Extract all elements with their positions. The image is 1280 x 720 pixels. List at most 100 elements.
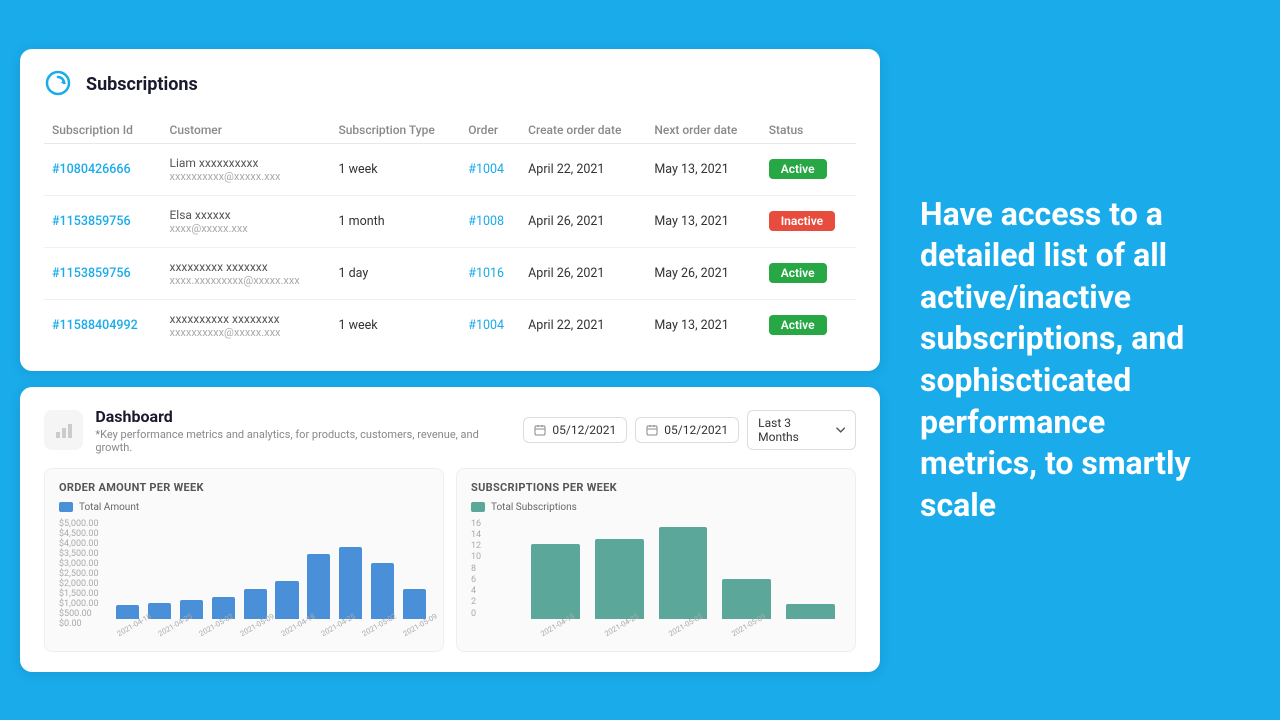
status-badge: Active: [769, 263, 827, 283]
date-to-input[interactable]: 05/12/2021: [635, 417, 739, 443]
status-badge: Inactive: [769, 211, 835, 231]
y-label: $2,500.00: [59, 569, 109, 579]
dashboard-card: Dashboard *Key performance metrics and a…: [20, 387, 880, 672]
sub-id[interactable]: #11588404992: [44, 299, 161, 351]
order-chart-title: ORDER AMOUNT PER WEEK: [59, 481, 429, 494]
date-to-value: 05/12/2021: [664, 423, 728, 437]
y-label: 14: [471, 530, 521, 540]
order-legend-label: Total Amount: [79, 502, 139, 513]
y-label: 16: [471, 519, 521, 529]
sub-id[interactable]: #1153859756: [44, 247, 161, 299]
y-label: $4,000.00: [59, 539, 109, 549]
y-label: $1,500.00: [59, 589, 109, 599]
bar: [244, 589, 267, 619]
col-next-date: Next order date: [646, 117, 760, 144]
order-link[interactable]: #1004: [460, 143, 520, 195]
status-cell: Inactive: [761, 195, 856, 247]
y-label: $0.00: [59, 619, 109, 629]
customer-email: xxxx@xxxxx.xxx: [169, 222, 322, 235]
col-create-date: Create order date: [520, 117, 646, 144]
bar-group: [716, 519, 777, 619]
table-row: #11588404992 xxxxxxxxxx xxxxxxxx xxxxxxx…: [44, 299, 856, 351]
bar-group: [209, 519, 238, 619]
status-badge: Active: [769, 315, 827, 335]
status-badge: Active: [769, 159, 827, 179]
y-label: $3,500.00: [59, 549, 109, 559]
status-cell: Active: [761, 299, 856, 351]
y-label: $4,500.00: [59, 529, 109, 539]
chevron-down-icon: [836, 427, 845, 433]
y-label: 0: [471, 609, 521, 619]
bar: [307, 554, 330, 619]
charts-area: ORDER AMOUNT PER WEEK Total Amount $5,00…: [44, 468, 856, 652]
bar: [339, 547, 362, 619]
subscriptions-header: Subscriptions: [44, 69, 856, 101]
subscriptions-card: Subscriptions Subscription Id Customer S…: [20, 49, 880, 371]
table-row: #1153859756 xxxxxxxxx xxxxxxx xxxx.xxxxx…: [44, 247, 856, 299]
dashboard-icon: [44, 410, 83, 450]
bar: [659, 527, 708, 619]
sub-type: 1 month: [330, 195, 460, 247]
col-subscription-id: Subscription Id: [44, 117, 161, 144]
customer-email: xxxxxxxxxx@xxxxx.xxx: [169, 170, 322, 183]
subs-y-labels: 1614121086420: [471, 519, 521, 619]
bar-group: [400, 519, 429, 619]
col-customer: Customer: [161, 117, 330, 144]
y-label: $1,000.00: [59, 599, 109, 609]
subscriptions-icon: [44, 69, 76, 101]
customer-name: Liam xxxxxxxxxx: [169, 156, 322, 170]
bar-group: [589, 519, 650, 619]
y-label: $3,000.00: [59, 559, 109, 569]
date-from-input[interactable]: 05/12/2021: [523, 417, 627, 443]
customer-email: xxxxxxxxxx@xxxxx.xxx: [169, 326, 322, 339]
bar-group: [368, 519, 397, 619]
range-select[interactable]: Last 3 Months: [747, 410, 856, 450]
table-row: #1153859756 Elsa xxxxxx xxxx@xxxxx.xxx 1…: [44, 195, 856, 247]
dashboard-title: Dashboard: [95, 407, 511, 426]
subs-chart-legend: Total Subscriptions: [471, 502, 841, 513]
calendar-icon-from: [534, 424, 546, 436]
bar-group: [653, 519, 714, 619]
col-status: Status: [761, 117, 856, 144]
y-label: 2: [471, 597, 521, 607]
next-date: May 13, 2021: [646, 299, 760, 351]
promo-text: Have access to a detailed list of all ac…: [920, 194, 1220, 527]
right-panel: Have access to a detailed list of all ac…: [880, 174, 1260, 547]
sub-id[interactable]: #1153859756: [44, 195, 161, 247]
order-x-labels: 2021-04-182021-04-252021-05-022021-05-09…: [113, 621, 429, 639]
customer-cell: xxxxxxxxx xxxxxxx xxxx.xxxxxxxxx@xxxxx.x…: [161, 247, 330, 299]
col-subscription-type: Subscription Type: [330, 117, 460, 144]
sub-id[interactable]: #1080426666: [44, 143, 161, 195]
calendar-icon-to: [646, 424, 658, 436]
bar-group: [336, 519, 365, 619]
bar-group: [525, 519, 586, 619]
subs-per-week-chart: SUBSCRIPTIONS PER WEEK Total Subscriptio…: [456, 468, 856, 652]
left-panel: Subscriptions Subscription Id Customer S…: [20, 49, 880, 672]
subs-bars: [525, 519, 841, 619]
bar: [371, 563, 394, 619]
order-bars: [113, 519, 429, 619]
y-label: 4: [471, 586, 521, 596]
order-y-labels: $5,000.00$4,500.00$4,000.00$3,500.00$3,0…: [59, 519, 109, 619]
bar-group: [177, 519, 206, 619]
order-link[interactable]: #1008: [460, 195, 520, 247]
next-date: May 13, 2021: [646, 195, 760, 247]
sub-type: 1 week: [330, 299, 460, 351]
subs-legend-label: Total Subscriptions: [491, 502, 577, 513]
bar: [403, 589, 426, 619]
order-chart-area: $5,000.00$4,500.00$4,000.00$3,500.00$3,0…: [59, 519, 429, 639]
order-link[interactable]: #1016: [460, 247, 520, 299]
status-cell: Active: [761, 247, 856, 299]
bar-group: [304, 519, 333, 619]
x-label: [443, 621, 452, 637]
bar-group: [780, 519, 841, 619]
bar-group: [241, 519, 270, 619]
customer-cell: Liam xxxxxxxxxx xxxxxxxxxx@xxxxx.xxx: [161, 143, 330, 195]
subs-chart-area: 1614121086420 2021-04-182021-04-252021-0…: [471, 519, 841, 639]
bar-group: [145, 519, 174, 619]
sub-type: 1 week: [330, 143, 460, 195]
order-link[interactable]: #1004: [460, 299, 520, 351]
date-from-value: 05/12/2021: [552, 423, 616, 437]
col-order: Order: [460, 117, 520, 144]
status-cell: Active: [761, 143, 856, 195]
